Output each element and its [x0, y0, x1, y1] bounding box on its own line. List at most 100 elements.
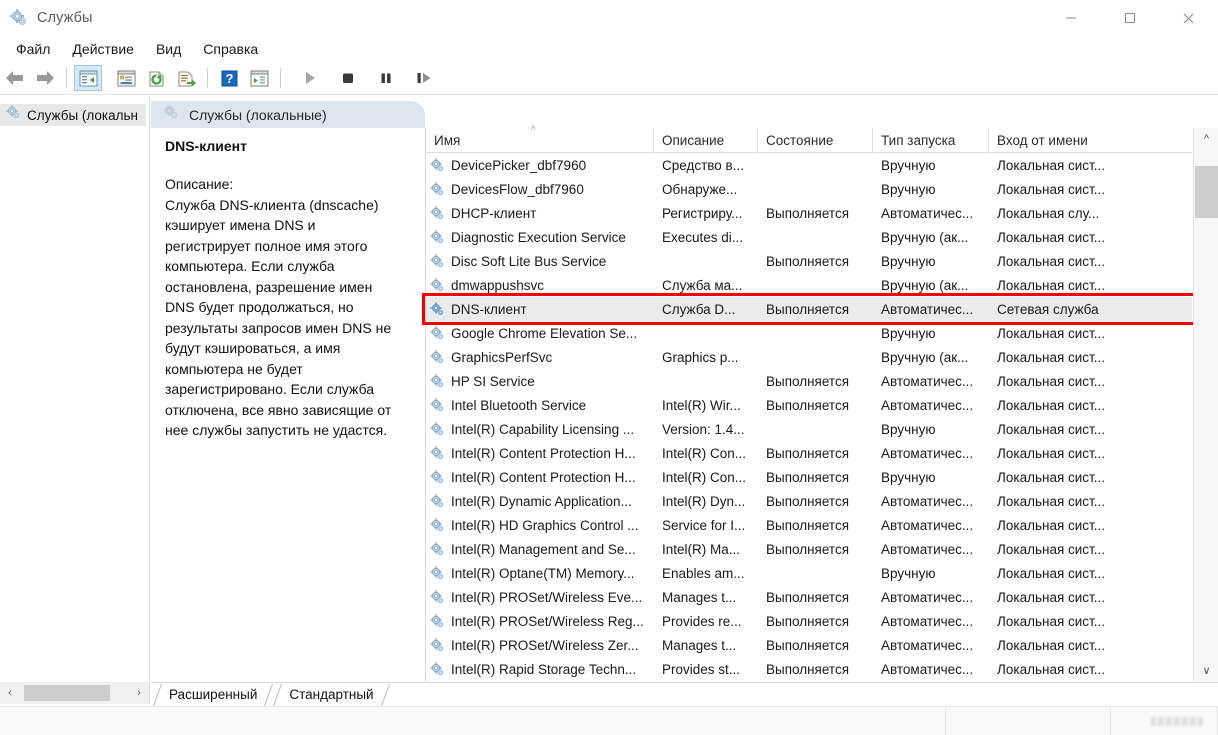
table-row[interactable]: DHCP-клиент Регистриру... Выполняется Автом… [426, 201, 1192, 225]
list-header: Имя ^ Описание Состояние Тип запуска Вхо… [426, 125, 1192, 153]
cell-description: Enables am... [662, 565, 745, 581]
column-header-name[interactable]: Имя ^ [426, 125, 654, 153]
service-gear-icon [430, 301, 445, 317]
service-name-label: dmwappushsvc [451, 277, 545, 293]
close-button[interactable] [1159, 0, 1218, 36]
minimize-button[interactable] [1041, 0, 1100, 36]
column-header-description[interactable]: Описание [654, 128, 758, 153]
table-row[interactable]: HP SI Service Выполняется Автоматичес... Ло… [426, 369, 1192, 393]
stop-service-icon[interactable] [334, 65, 362, 91]
cell-description: Intel(R) Dyn... [662, 493, 746, 509]
scrollbar-thumb[interactable] [24, 685, 110, 701]
help-icon[interactable]: ? [215, 65, 243, 91]
table-row[interactable]: Intel(R) Content Protection H... Intel(R)… [426, 465, 1192, 489]
table-row[interactable]: Intel(R) PROSet/Wireless Reg... Provides … [426, 609, 1192, 633]
cell-logon-as: Локальная сист... [997, 469, 1105, 485]
status-segment-secondary [946, 706, 1111, 735]
menu-view[interactable]: Вид [146, 39, 191, 59]
sidebar-horizontal-scrollbar[interactable]: ‹ › [0, 682, 150, 704]
scroll-up-icon[interactable]: ^ [1194, 128, 1218, 150]
menu-action[interactable]: Действие [62, 39, 144, 59]
cell-logon-as: Локальная сист... [997, 157, 1105, 173]
forward-icon[interactable] [31, 65, 59, 91]
scrollbar-thumb-vertical[interactable] [1195, 166, 1218, 218]
cell-name: Disc Soft Lite Bus Service [430, 254, 648, 269]
cell-startup-type: Вручную [881, 469, 936, 485]
table-row[interactable]: dmwappushsvc Служба ма... Вручную (ак... Ло… [426, 273, 1192, 297]
restart-service-icon[interactable] [410, 65, 438, 91]
refresh-icon[interactable] [142, 65, 170, 91]
column-header-startup-type[interactable]: Тип запуска [873, 128, 989, 153]
start-service-icon[interactable] [296, 65, 324, 91]
scroll-left-icon[interactable]: ‹ [0, 682, 20, 704]
table-row[interactable]: Intel(R) PROSet/Wireless Eve... Manages t… [426, 585, 1192, 609]
table-row[interactable]: GraphicsPerfSvc Graphics p... Вручную (ак.… [426, 345, 1192, 369]
table-row[interactable]: Diagnostic Execution Service Executes di.… [426, 225, 1192, 249]
scroll-down-icon[interactable]: ∨ [1194, 659, 1218, 681]
cell-logon-as: Локальная сист... [997, 445, 1105, 461]
export-list-icon[interactable] [172, 65, 200, 91]
cell-logon-as: Локальная сист... [997, 541, 1105, 557]
cell-startup-type: Вручную [881, 421, 936, 437]
table-row[interactable]: Intel(R) Optane(TM) Memory... Enables am.… [426, 561, 1192, 585]
service-name-label: Intel(R) Content Protection H... [451, 469, 636, 485]
list-vertical-scrollbar[interactable]: ^ ∨ [1193, 128, 1218, 681]
table-row[interactable]: Disc Soft Lite Bus Service Выполняется Вру… [426, 249, 1192, 273]
table-row[interactable]: DevicesFlow_dbf7960 Обнаруже... Вручную Лок… [426, 177, 1192, 201]
sidebar-item-services-local[interactable]: Службы (локальн [0, 104, 146, 126]
table-row[interactable]: Intel(R) Content Protection H... Intel(R)… [426, 441, 1192, 465]
show-hide-action-pane-icon[interactable] [245, 65, 273, 91]
cell-startup-type: Автоматичес... [881, 637, 974, 653]
tab-standard[interactable]: Стандартный [271, 683, 390, 706]
table-row[interactable]: Intel(R) HD Graphics Control ... Service … [426, 513, 1192, 537]
menu-help[interactable]: Справка [193, 39, 268, 59]
selected-service-title: DNS-клиент [165, 138, 247, 154]
table-row[interactable]: Intel(R) Management and Se... Intel(R) Ma… [426, 537, 1192, 561]
service-name-label: DHCP-клиент [451, 205, 537, 221]
menu-bar: Файл Действие Вид Справка [0, 36, 1218, 62]
table-row[interactable]: Intel(R) Rapid Storage Techn... Provides … [426, 657, 1192, 681]
show-hide-console-tree-icon[interactable] [74, 65, 102, 91]
table-row[interactable]: Intel(R) Dynamic Application... Intel(R) … [426, 489, 1192, 513]
service-gear-icon [430, 493, 445, 509]
back-icon[interactable] [1, 65, 29, 91]
table-row[interactable]: DevicePicker_dbf7960 Средство в... Вручную… [426, 153, 1192, 177]
cell-logon-as: Локальная сист... [997, 589, 1105, 605]
services-gear-icon [10, 9, 28, 27]
cell-state: Выполняется [766, 493, 850, 509]
cell-startup-type: Автоматичес... [881, 301, 974, 317]
table-row[interactable]: Google Chrome Elevation Se... Вручную Лока… [426, 321, 1192, 345]
cell-startup-type: Автоматичес... [881, 493, 974, 509]
service-gear-icon [430, 229, 445, 245]
service-name-label: Intel(R) HD Graphics Control ... [451, 517, 639, 533]
cell-description: Обнаруже... [662, 181, 738, 197]
menu-file[interactable]: Файл [6, 39, 60, 59]
scrollbar-track[interactable] [20, 682, 129, 704]
table-row[interactable]: Intel Bluetooth Service Intel(R) Wir... Вы… [426, 393, 1192, 417]
cell-logon-as: Локальная сист... [997, 253, 1105, 269]
cell-description: Intel(R) Con... [662, 445, 747, 461]
properties-icon[interactable] [112, 65, 140, 91]
cell-name: Intel(R) Dynamic Application... [430, 494, 648, 509]
cell-startup-type: Автоматичес... [881, 661, 974, 677]
toolbar-separator-2 [207, 68, 208, 88]
cell-name: Intel(R) Rapid Storage Techn... [430, 662, 648, 677]
console-tree: Службы (локальн [0, 96, 150, 681]
tab-extended[interactable]: Расширенный [151, 683, 274, 706]
column-header-state[interactable]: Состояние [758, 128, 873, 153]
maximize-button[interactable] [1100, 0, 1159, 36]
pause-service-icon[interactable] [372, 65, 400, 91]
cell-name: DNS-клиент [430, 302, 648, 317]
table-row[interactable]: DNS-клиент Служба D... Выполняется Автомати… [426, 297, 1192, 321]
service-gear-icon [430, 661, 445, 677]
scroll-right-icon[interactable]: › [129, 682, 149, 704]
cell-name: Google Chrome Elevation Se... [430, 326, 648, 341]
cell-description: Intel(R) Con... [662, 469, 747, 485]
status-bar [0, 706, 1218, 735]
window-controls [1041, 0, 1218, 36]
service-gear-icon [430, 373, 445, 389]
service-name-label: Intel(R) Optane(TM) Memory... [451, 565, 635, 581]
table-row[interactable]: Intel(R) Capability Licensing ... Version… [426, 417, 1192, 441]
table-row[interactable]: Intel(R) PROSet/Wireless Zer... Manages t… [426, 633, 1192, 657]
column-header-logon-as[interactable]: Вход от имени [989, 128, 1192, 153]
